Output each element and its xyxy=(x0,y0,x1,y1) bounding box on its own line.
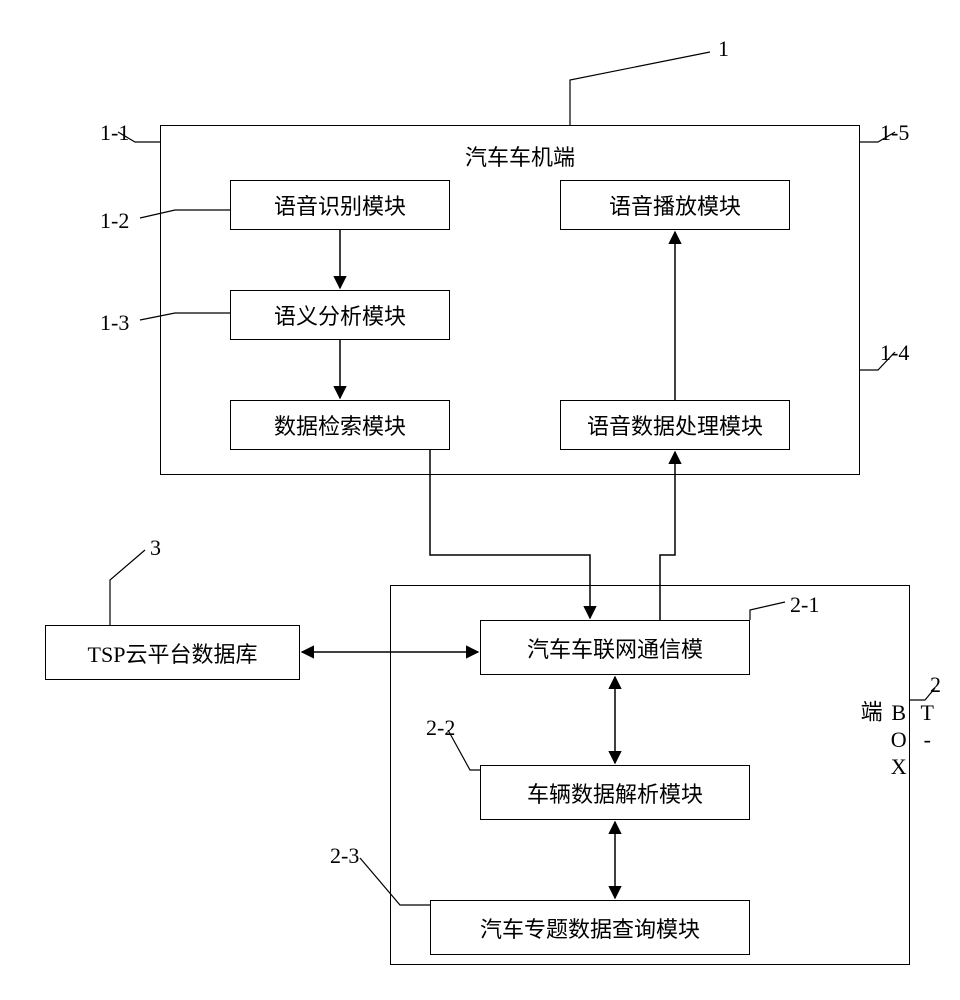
box-voice-data-processing-text: 语音数据处理模块 xyxy=(587,409,763,441)
box-data-retrieval-text: 数据检索模块 xyxy=(274,409,406,441)
label-1-5: 1-5 xyxy=(880,120,909,146)
label-1-2: 1-2 xyxy=(100,208,129,234)
container-bottom-title: T-BOX端 xyxy=(855,700,941,781)
diagram-canvas: 汽车车机端 语音识别模块 语义分析模块 数据检索模块 语音播放模块 语音数据处理… xyxy=(0,0,960,1000)
box-vehicle-data-parse-text: 车辆数据解析模块 xyxy=(527,777,703,809)
box-tsp-cloud: TSP云平台数据库 xyxy=(45,625,300,680)
box-vehicle-data-parse: 车辆数据解析模块 xyxy=(480,765,750,820)
label-1-1: 1-1 xyxy=(100,120,129,146)
label-1-4: 1-4 xyxy=(880,340,909,366)
box-semantic-analysis-text: 语义分析模块 xyxy=(274,299,406,331)
label-2-2: 2-2 xyxy=(426,715,455,741)
container-top-title: 汽车车机端 xyxy=(460,140,580,172)
box-voice-recognition: 语音识别模块 xyxy=(230,180,450,230)
box-tsp-cloud-text: TSP云平台数据库 xyxy=(88,637,258,669)
box-iov-comm-text: 汽车车联网通信模 xyxy=(527,632,703,664)
box-iov-comm: 汽车车联网通信模 xyxy=(480,620,750,675)
label-2-3: 2-3 xyxy=(330,843,359,869)
box-semantic-analysis: 语义分析模块 xyxy=(230,290,450,340)
label-1-3: 1-3 xyxy=(100,310,129,336)
box-topic-query-text: 汽车专题数据查询模块 xyxy=(480,912,700,944)
box-voice-recognition-text: 语音识别模块 xyxy=(274,189,406,221)
label-2: 2 xyxy=(930,672,941,698)
label-3: 3 xyxy=(150,535,161,561)
box-voice-data-processing: 语音数据处理模块 xyxy=(560,400,790,450)
label-1: 1 xyxy=(718,36,729,62)
box-voice-playback-text: 语音播放模块 xyxy=(609,189,741,221)
box-voice-playback: 语音播放模块 xyxy=(560,180,790,230)
box-topic-query: 汽车专题数据查询模块 xyxy=(430,900,750,955)
label-2-1: 2-1 xyxy=(790,592,819,618)
container-bottom-title-text: T-BOX端 xyxy=(858,700,940,781)
box-data-retrieval: 数据检索模块 xyxy=(230,400,450,450)
